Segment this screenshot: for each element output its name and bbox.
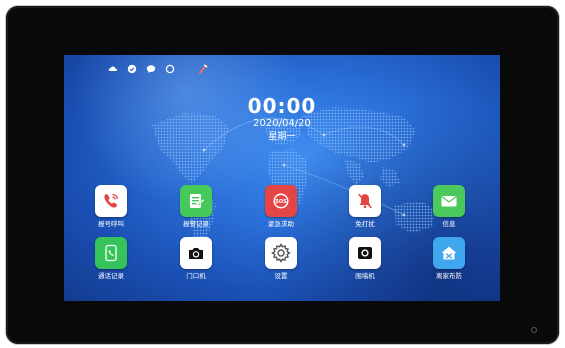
clock-widget: 00:00 2020/04/20 星期一 <box>214 95 350 143</box>
do-not-disturb-bell-icon <box>349 185 381 217</box>
app-grid: 报号呼叫 报警记录 SOS 紧急求助 免打扰 信息 通话记录 门口机 设置 围墙… <box>64 185 500 295</box>
app-label: 信息 <box>442 220 456 228</box>
chat-icon <box>146 65 156 73</box>
app-tile-number-call[interactable]: 报号呼叫 <box>81 185 141 237</box>
app-tile-away-arm[interactable]: 离家布防 <box>419 237 479 289</box>
indicator-light <box>531 327 537 333</box>
app-tile-do-not-disturb[interactable]: 免打扰 <box>335 185 395 237</box>
app-label: 设置 <box>274 272 288 280</box>
app-tile-wall-station[interactable]: 围墙机 <box>335 237 395 289</box>
app-label: 免打扰 <box>355 220 375 228</box>
gear-icon <box>265 237 297 269</box>
svg-text:SOS: SOS <box>275 199 287 205</box>
screen: 00:00 2020/04/20 星期一 报号呼叫 报警记录 SOS 紧急求助 … <box>64 55 500 301</box>
app-label: 门口机 <box>186 272 206 280</box>
cloud-icon <box>108 66 118 71</box>
app-tile-alarm-record[interactable]: 报警记录 <box>166 185 226 237</box>
home-arm-icon <box>433 237 465 269</box>
sos-icon: SOS <box>265 185 297 217</box>
app-label: 围墙机 <box>355 272 375 280</box>
status-bar <box>108 63 208 75</box>
app-label: 报号呼叫 <box>98 220 124 228</box>
mute-brush-icon <box>199 64 208 74</box>
app-tile-door-station[interactable]: 门口机 <box>166 237 226 289</box>
door-camera-icon <box>180 237 212 269</box>
app-label: 报警记录 <box>183 220 209 228</box>
clock-time: 00:00 <box>247 94 317 118</box>
app-tile-settings[interactable]: 设置 <box>251 237 311 289</box>
clock-date: 2020/04/20 <box>253 118 311 129</box>
ring-icon <box>165 64 175 74</box>
envelope-icon <box>433 185 465 217</box>
app-tile-messages[interactable]: 信息 <box>419 185 479 237</box>
phone-call-icon <box>95 185 127 217</box>
alarm-record-icon <box>180 185 212 217</box>
clock-weekday: 星期一 <box>268 132 296 142</box>
call-log-icon <box>95 237 127 269</box>
app-label: 紧急求助 <box>268 220 294 228</box>
app-tile-call-log[interactable]: 通话记录 <box>81 237 141 289</box>
shield-icon <box>127 64 137 74</box>
app-label: 离家布防 <box>436 272 462 280</box>
app-label: 通话记录 <box>98 272 124 280</box>
device-bezel: 00:00 2020/04/20 星期一 报号呼叫 报警记录 SOS 紧急求助 … <box>6 6 559 344</box>
app-tile-emergency-help[interactable]: SOS 紧急求助 <box>251 185 311 237</box>
wall-camera-icon <box>349 237 381 269</box>
